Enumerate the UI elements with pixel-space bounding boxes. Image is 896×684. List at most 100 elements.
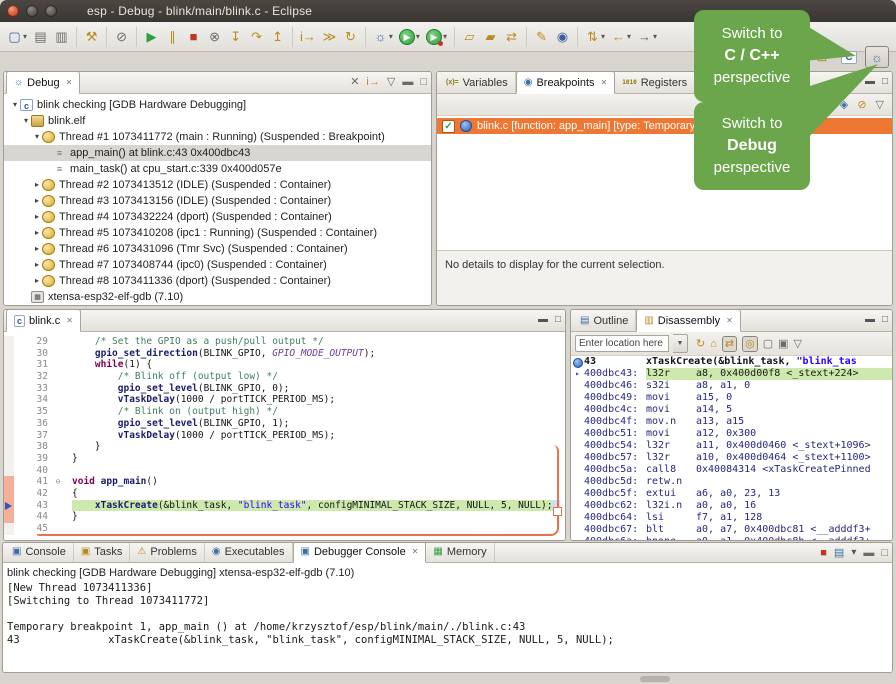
maximize-icon[interactable]: □ xyxy=(555,313,561,327)
debug-tree-item[interactable]: ▸Thread #3 1073413156 (IDLE) (Suspended … xyxy=(4,193,431,209)
resume-button[interactable]: ▶ xyxy=(142,26,161,48)
disassembly-row[interactable]: 400dbc49:movia15, 0 xyxy=(571,392,892,404)
window-close-button[interactable] xyxy=(7,5,19,17)
disassembly-row[interactable]: 400dbc5d:retw.n xyxy=(571,476,892,488)
skip-all-breakpoints-button[interactable]: ⊘ xyxy=(857,98,866,112)
annotation-nav-dropdown-icon[interactable]: ▾ xyxy=(601,32,605,41)
format-button[interactable]: ✎ xyxy=(532,26,551,48)
debug-tree-item[interactable]: ≡main_task() at cpu_start.c:339 0x400d05… xyxy=(4,161,431,177)
debug-tree-item[interactable]: ▾blink.elf xyxy=(4,113,431,129)
new-disassembly-view-button[interactable]: ▢ xyxy=(763,337,773,351)
disassembly-listing[interactable]: 43xTaskCreate(&blink_task, "blink_tas▸40… xyxy=(571,356,892,540)
step-return-button[interactable]: ↥ xyxy=(268,26,287,48)
debug-tree-item[interactable]: ▸Thread #6 1073431096 (Tmr Svc) (Suspend… xyxy=(4,241,431,257)
breakpoint-checkbox[interactable]: ✓ xyxy=(442,120,455,133)
launch-config-button[interactable]: ⇄ xyxy=(502,26,521,48)
debug-perspective-button[interactable]: ☼ xyxy=(865,46,889,68)
disassembly-row[interactable]: 400dbc46:s32ia8, a1, 0 xyxy=(571,380,892,392)
tab-debug[interactable]: ☼ Debug ✕ xyxy=(6,71,80,94)
back-dropdown-icon[interactable]: ▾ xyxy=(627,32,631,41)
save-button[interactable]: ▤ xyxy=(31,26,50,48)
tab-breakpoints[interactable]: ◉Breakpoints✕ xyxy=(516,71,616,94)
open-perspective-button[interactable]: ⊞ xyxy=(811,47,833,67)
window-maximize-button[interactable] xyxy=(45,5,57,17)
forward-button[interactable]: →▾ xyxy=(635,26,659,48)
tab-problems[interactable]: ⚠Problems xyxy=(130,542,204,562)
profile-button[interactable]: ↻ xyxy=(341,26,360,48)
step-into-button[interactable]: ↧ xyxy=(226,26,245,48)
tab-disassembly[interactable]: ▥Disassembly✕ xyxy=(636,309,741,332)
window-minimize-button[interactable] xyxy=(26,5,38,17)
tab-tasks[interactable]: ▣Tasks xyxy=(74,542,131,562)
debug-thread-tree[interactable]: ▾cblink checking [GDB Hardware Debugging… xyxy=(4,94,431,305)
track-expression-button[interactable]: ◎ xyxy=(742,336,758,352)
annotation-nav-button[interactable]: ⇅▾ xyxy=(583,26,607,48)
tab-outline[interactable]: ▤Outline xyxy=(573,310,636,331)
disconnect-button[interactable]: ⊗ xyxy=(205,26,224,48)
display-selected-console-dropdown-icon[interactable]: ▾ xyxy=(851,546,856,560)
forward-dropdown-icon[interactable]: ▾ xyxy=(653,32,657,41)
new-wizard-button[interactable]: ▢▾ xyxy=(5,26,29,48)
maximize-button[interactable]: □ xyxy=(420,75,427,89)
debug-tree-item[interactable]: ▾cblink checking [GDB Hardware Debugging… xyxy=(4,97,431,113)
suspend-button[interactable]: ∥ xyxy=(163,26,182,48)
disassembly-row[interactable]: 400dbc57:l32ra10, 0x400d0464 <_stext+110… xyxy=(571,452,892,464)
minimize-icon[interactable]: ▬ xyxy=(538,313,548,327)
disassembly-source-row[interactable]: 43xTaskCreate(&blink_task, "blink_tas xyxy=(571,356,892,368)
terminate-button[interactable]: ■ xyxy=(820,546,827,560)
external-tools-button[interactable]: ▶▾ xyxy=(424,26,449,48)
horizontal-scrollbar-thumb[interactable] xyxy=(640,676,670,682)
tab-registers[interactable]: 1010Registers xyxy=(615,72,695,93)
run-launch-dropdown-icon[interactable]: ▾ xyxy=(416,32,420,41)
debug-tree-item[interactable]: ▸Thread #7 1073408744 (ipc0) (Suspended … xyxy=(4,257,431,273)
open-project-button[interactable]: ▱ xyxy=(460,26,479,48)
minimize-icon[interactable]: ▬ xyxy=(865,75,875,89)
step-over-button[interactable]: ↷ xyxy=(247,26,266,48)
maximize-icon[interactable]: □ xyxy=(882,313,888,327)
debug-tree-item[interactable]: ▸Thread #2 1073413512 (IDLE) (Suspended … xyxy=(4,177,431,193)
remove-all-terminated-button[interactable]: ✕ xyxy=(350,75,359,89)
tab-variables[interactable]: (x)=Variables xyxy=(439,72,516,93)
tab-blink-c[interactable]: c blink.c ✕ xyxy=(6,309,81,332)
save-all-button[interactable]: ▥ xyxy=(52,26,71,48)
external-tools-dropdown-icon[interactable]: ▾ xyxy=(443,32,447,41)
instruction-stepping-mode-button[interactable]: i→ xyxy=(366,75,379,89)
location-input[interactable] xyxy=(575,335,669,352)
pin-button[interactable]: ▣ xyxy=(778,337,788,351)
home-button[interactable]: ⌂ xyxy=(710,337,717,351)
disassembly-row[interactable]: ▸400dbc43:l32ra8, 0x400d00f8 <_stext+224… xyxy=(571,368,892,380)
disassembly-row[interactable]: 400dbc64:lsif7, a1, 128 xyxy=(571,512,892,524)
minimize-icon[interactable]: ▬ xyxy=(865,313,875,327)
tab-console[interactable]: ▣Console xyxy=(5,542,74,562)
disassembly-row[interactable]: 400dbc54:l32ra11, 0x400d0460 <_stext+109… xyxy=(571,440,892,452)
debug-launch-dropdown-icon[interactable]: ▾ xyxy=(389,32,393,41)
minimize-button[interactable]: ▬ xyxy=(402,75,413,89)
view-menu-icon[interactable]: ▽ xyxy=(387,75,395,89)
maximize-button[interactable]: □ xyxy=(881,546,888,560)
code-editor[interactable]: 29 /* Set the GPIO as a push/pull output… xyxy=(4,332,565,540)
close-icon[interactable]: ✕ xyxy=(601,78,608,87)
close-icon[interactable]: ✕ xyxy=(726,316,733,325)
terminate-button[interactable]: ■ xyxy=(184,26,203,48)
back-button[interactable]: ←▾ xyxy=(609,26,633,48)
disassembly-row[interactable]: 400dbc6a:bnonea0, a1, 0x400dbc8b <__addd… xyxy=(571,536,892,541)
skip-all-breakpoints-button[interactable]: ⊘ xyxy=(112,26,131,48)
debug-tree-item[interactable]: ▦xtensa-esp32-elf-gdb (7.10) xyxy=(4,289,431,305)
disassembly-row[interactable]: 400dbc51:movia12, 0x300 xyxy=(571,428,892,440)
debug-tree-item[interactable]: ≡app_main() at blink.c:43 0x400dbc43 xyxy=(4,145,431,161)
maximize-icon[interactable]: □ xyxy=(882,75,888,89)
debug-tree-item[interactable]: ▾Thread #1 1073411772 (main : Running) (… xyxy=(4,129,431,145)
disassembly-row[interactable]: 400dbc5f:extuia6, a0, 23, 13 xyxy=(571,488,892,500)
tab-memory[interactable]: ▦Memory xyxy=(426,542,494,562)
debug-launch-button[interactable]: ☼▾ xyxy=(371,26,395,48)
debug-tree-item[interactable]: ▸Thread #8 1073411336 (dport) (Suspended… xyxy=(4,273,431,289)
run-launch-button[interactable]: ▶▾ xyxy=(397,26,422,48)
close-icon[interactable]: ✕ xyxy=(412,547,419,556)
open-folder-button[interactable]: ▰ xyxy=(481,26,500,48)
show-breakpoints-supported-button[interactable]: ◈ xyxy=(840,98,848,112)
search-button[interactable]: ◉ xyxy=(553,26,572,48)
view-menu-icon[interactable]: ▽ xyxy=(794,337,802,351)
debug-tree-item[interactable]: ▸Thread #4 1073432224 (dport) (Suspended… xyxy=(4,209,431,225)
tab-debugger-console[interactable]: ▣Debugger Console✕ xyxy=(293,542,427,563)
refresh-button[interactable]: ↻ xyxy=(696,337,705,351)
